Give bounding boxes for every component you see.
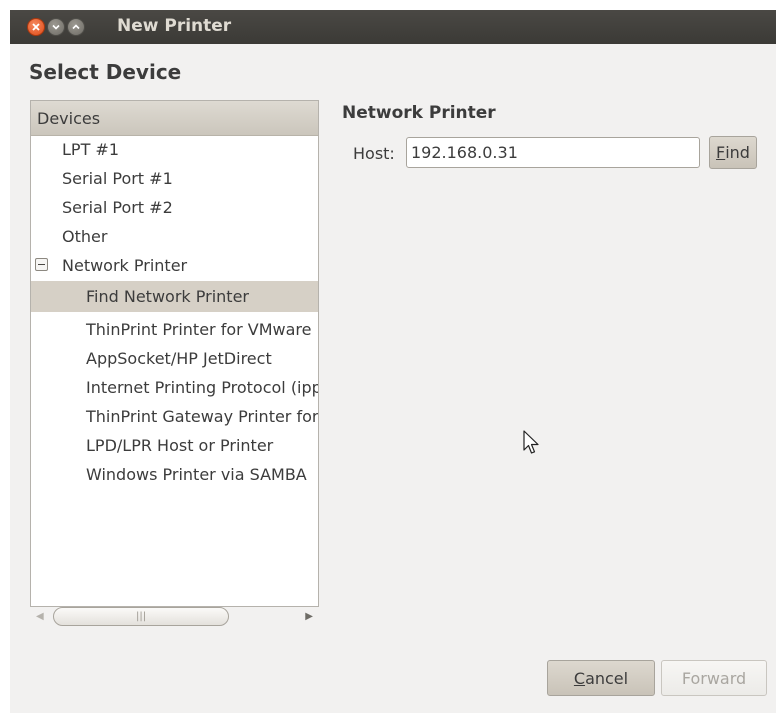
tree-item-label: Serial Port #2 <box>62 198 173 217</box>
tree-item-serial-port-1[interactable]: Serial Port #1 <box>31 164 318 193</box>
page-title: Select Device <box>29 60 182 84</box>
minimize-icon[interactable] <box>47 18 65 36</box>
forward-button[interactable]: Forward <box>661 660 767 696</box>
devices-column-header[interactable]: Devices <box>31 101 318 136</box>
title-bar[interactable]: New Printer <box>10 10 776 44</box>
new-printer-dialog: New Printer Select Device Devices LPT #1… <box>10 10 776 713</box>
cancel-mnemonic: C <box>573 668 586 688</box>
tree-item-label: Windows Printer via SAMBA <box>86 465 307 484</box>
tree-item-label: Serial Port #1 <box>62 169 173 188</box>
grip-icon: ||| <box>136 611 147 622</box>
mouse-pointer-icon <box>523 430 541 460</box>
window-title: New Printer <box>117 16 232 36</box>
tree-item-label: Internet Printing Protocol (ipp) <box>86 378 318 397</box>
tree-item-thinprint-vmware[interactable]: ThinPrint Printer for VMware <box>31 315 318 344</box>
find-label: ind <box>725 143 750 162</box>
devices-tree[interactable]: Devices LPT #1 Serial Port #1 Serial Por… <box>30 100 319 607</box>
network-printer-heading: Network Printer <box>342 103 496 123</box>
tree-item-label: Find Network Printer <box>86 287 249 306</box>
tree-item-lpd-lpr[interactable]: LPD/LPR Host or Printer <box>31 431 318 460</box>
tree-item-label: LPT #1 <box>62 140 120 159</box>
tree-item-other[interactable]: Other <box>31 222 318 251</box>
tree-item-ipp[interactable]: Internet Printing Protocol (ipp) <box>31 373 318 402</box>
horizontal-scrollbar[interactable]: ◀ ||| ▶ <box>30 607 319 629</box>
collapse-icon[interactable] <box>35 258 48 271</box>
tree-item-network-printer[interactable]: Network Printer <box>31 251 318 280</box>
find-button[interactable]: Find <box>709 136 757 169</box>
scrollbar-thumb[interactable]: ||| <box>53 607 229 626</box>
tree-item-label: Other <box>62 227 108 246</box>
host-label: Host: <box>353 144 395 163</box>
tree-item-lpt1[interactable]: LPT #1 <box>31 135 318 164</box>
scroll-right-icon[interactable]: ▶ <box>305 611 313 622</box>
tree-item-label: ThinPrint Gateway Printer for VMware <box>86 407 318 426</box>
tree-item-find-network-printer[interactable]: Find Network Printer <box>31 281 318 312</box>
tree-item-thinprint-gateway[interactable]: ThinPrint Gateway Printer for VMware <box>31 402 318 431</box>
cancel-button[interactable]: Cancel <box>547 660 655 696</box>
tree-item-label: ThinPrint Printer for VMware <box>86 320 312 339</box>
tree-item-label: Network Printer <box>62 256 188 275</box>
tree-item-serial-port-2[interactable]: Serial Port #2 <box>31 193 318 222</box>
cancel-label: ancel <box>585 668 629 688</box>
host-input[interactable] <box>406 137 700 168</box>
tree-item-samba[interactable]: Windows Printer via SAMBA <box>31 460 318 489</box>
find-mnemonic: F <box>716 143 726 162</box>
tree-item-label: LPD/LPR Host or Printer <box>86 436 274 455</box>
tree-item-label: AppSocket/HP JetDirect <box>86 349 272 368</box>
scroll-left-icon[interactable]: ◀ <box>36 611 44 622</box>
devices-header-label: Devices <box>37 109 101 128</box>
tree-item-appsocket-jetdirect[interactable]: AppSocket/HP JetDirect <box>31 344 318 373</box>
maximize-icon[interactable] <box>67 18 85 36</box>
close-icon[interactable] <box>27 18 45 36</box>
